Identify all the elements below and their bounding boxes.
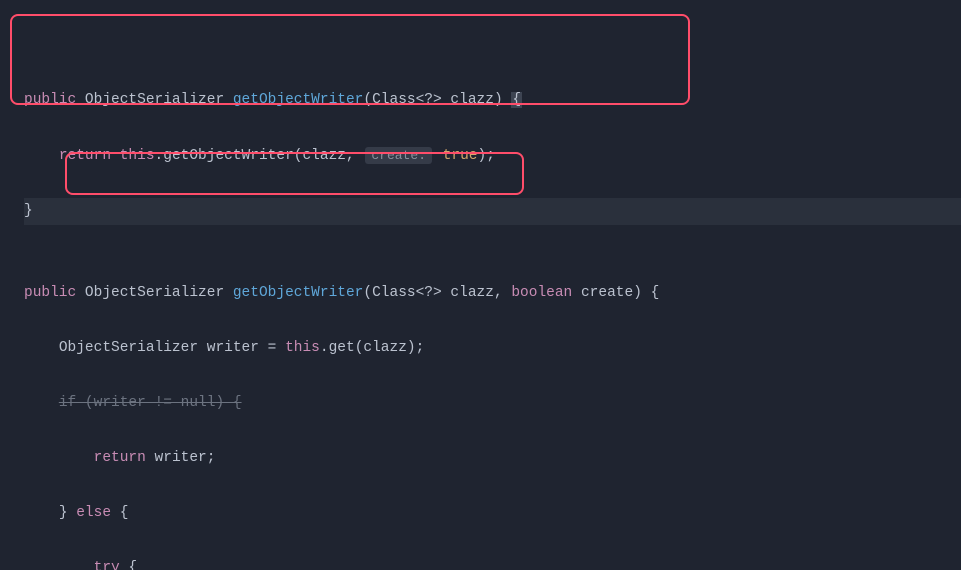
keyword-this: this: [120, 148, 155, 164]
paren: (: [363, 92, 372, 108]
keyword-this: this: [285, 340, 320, 356]
code-line: } else {: [24, 500, 961, 528]
else: }: [59, 505, 76, 521]
code-line: return this.getObjectWriter(clazz, creat…: [24, 142, 961, 171]
method-call: .get(clazz);: [320, 340, 424, 356]
code-line: return writer;: [24, 445, 961, 473]
inlay-hint: create:: [365, 147, 432, 164]
keyword-try: try: [94, 560, 120, 570]
param-name: clazz: [450, 92, 494, 108]
paren: ): [494, 92, 503, 108]
code-line: [24, 32, 961, 60]
code-line: if (writer != null) {: [24, 390, 961, 418]
code-line: [24, 225, 961, 253]
bool-literal: true: [443, 148, 478, 164]
param-type: Class<?>: [372, 92, 442, 108]
eq: =: [259, 340, 285, 356]
var-type: ObjectSerializer: [59, 340, 198, 356]
keyword-return: return: [94, 450, 146, 466]
code-line: public ObjectSerializer getObjectWriter(…: [24, 87, 961, 115]
param-name: clazz: [450, 285, 494, 301]
code-line: try {: [24, 555, 961, 570]
param-name: create: [581, 285, 633, 301]
param-type: Class<?>: [372, 285, 442, 301]
code-editor[interactable]: public ObjectSerializer getObjectWriter(…: [0, 0, 961, 570]
dead-code: if (writer != null) {: [59, 395, 242, 411]
param-type: boolean: [511, 285, 572, 301]
brace: }: [24, 203, 33, 219]
keyword-public: public: [24, 92, 76, 108]
return-expr: writer;: [146, 450, 216, 466]
return-type: ObjectSerializer: [85, 92, 224, 108]
keyword-else: else: [76, 505, 111, 521]
brace: {: [511, 92, 522, 108]
method-call: .getObjectWriter(clazz,: [155, 148, 355, 164]
code-line-active: }: [24, 198, 961, 226]
method-name: getObjectWriter: [233, 285, 364, 301]
keyword-public: public: [24, 285, 76, 301]
code-line: public ObjectSerializer getObjectWriter(…: [24, 280, 961, 308]
code-line: ObjectSerializer writer = this.get(clazz…: [24, 335, 961, 363]
method-name: getObjectWriter: [233, 92, 364, 108]
var-name: writer: [207, 340, 259, 356]
return-type: ObjectSerializer: [85, 285, 224, 301]
keyword-return: return: [59, 148, 111, 164]
tail: );: [478, 148, 495, 164]
